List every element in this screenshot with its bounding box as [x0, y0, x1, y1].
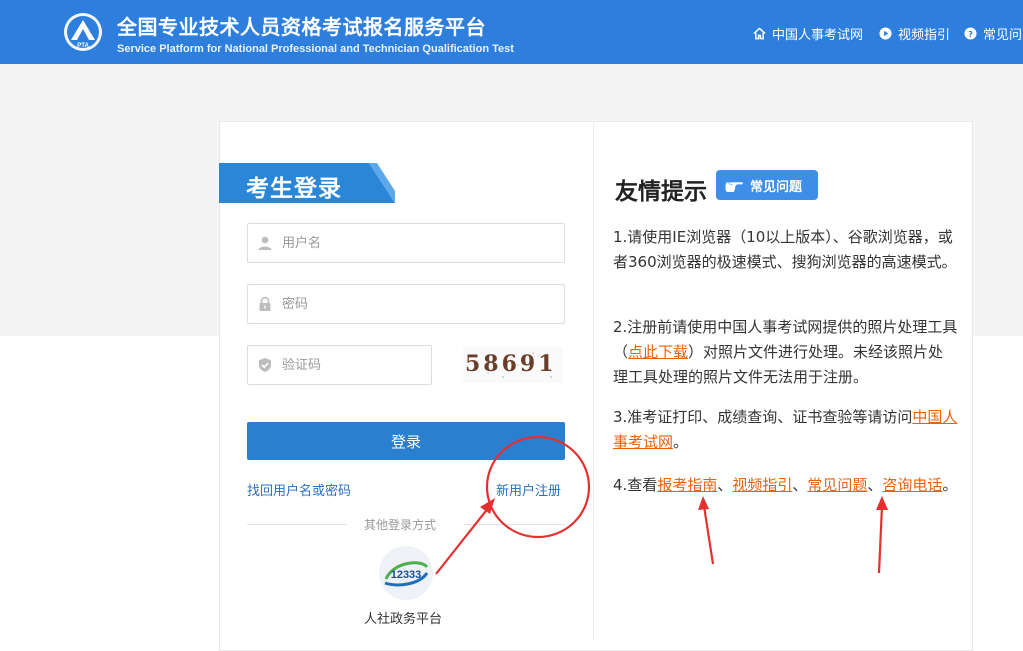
download-tool-link[interactable]: 点此下载 [628, 343, 688, 361]
username-field[interactable] [247, 223, 565, 263]
gov-app-label: 人社政务平台 [364, 612, 443, 627]
question-circle-icon: ? [964, 26, 977, 40]
app-icon-text: 12333 [391, 569, 422, 581]
top-header: PTA 全国专业技术人员资格考试报名服务平台 Service Platform … [0, 0, 1023, 64]
site-title: 全国专业技术人员资格考试报名服务平台 [117, 15, 486, 39]
password-field[interactable] [247, 284, 565, 324]
captcha-text: 58691 [465, 351, 557, 377]
home-icon [753, 26, 766, 39]
captcha-input[interactable] [280, 356, 424, 374]
login-button[interactable]: 登录 [247, 422, 565, 460]
tip-4-sep-2: 、 [792, 476, 808, 494]
other-login-line-left [247, 524, 347, 525]
user-icon [250, 235, 280, 251]
app-12333-icon: 12333 [384, 561, 429, 587]
nav-cpta-label: 中国人事考试网 [772, 27, 864, 43]
site-subtitle: Service Platform for National Profession… [117, 43, 514, 55]
other-login-line-right [464, 524, 565, 525]
tip-3-text-b: 。 [673, 433, 689, 451]
panel-divider [593, 121, 594, 641]
login-title: 考生登录 [246, 176, 342, 202]
tip-4: 4.查看报考指南、视频指引、常见问题、咨询电话。 [613, 473, 958, 498]
video-guide-link[interactable]: 视频指引 [732, 476, 792, 494]
tip-1: 1.请使用IE浏览器（10以上版本）、谷歌浏览器，或者360浏览器的极速模式、搜… [613, 228, 957, 271]
nav-faq-link[interactable]: ? 常见问 [964, 23, 1022, 43]
shield-check-icon [250, 357, 280, 373]
tip-3-text-a: 3.准考证打印、成绩查询、证书查验等请访问 [613, 408, 913, 426]
pta-logo-icon: PTA [64, 13, 102, 51]
tip-4-sep-1: 、 [717, 476, 733, 494]
captcha-image[interactable]: 58691 [463, 347, 563, 383]
tip-4-sep-3: 、 [867, 476, 883, 494]
hotline-link[interactable]: 咨询电话 [882, 476, 942, 494]
other-login-label: 其他登录方式 [362, 516, 439, 533]
nav-cpta-link[interactable]: 中国人事考试网 [753, 23, 863, 43]
tip-4-text-b: 。 [942, 476, 958, 494]
svg-text:PTA: PTA [77, 43, 89, 49]
guide-link[interactable]: 报考指南 [657, 476, 717, 494]
nav-video-label: 视频指引 [898, 27, 951, 43]
tip-3: 3.准考证打印、成绩查询、证书查验等请访问中国人事考试网。 [613, 405, 958, 455]
play-circle-icon [879, 26, 892, 40]
forgot-password-link[interactable]: 找回用户名或密码 [247, 480, 351, 499]
tip-4-text-a: 4.查看 [613, 476, 658, 494]
password-input[interactable] [280, 295, 544, 313]
gov-app-login-button[interactable]: 12333 [379, 546, 433, 600]
pointing-hand-icon [725, 182, 743, 192]
captcha-field[interactable] [247, 345, 432, 385]
tip-2: 2.注册前请使用中国人事考试网提供的照片处理工具（点此下载）对照片文件进行处理。… [613, 315, 958, 390]
faq-badge-label: 常见问题 [750, 179, 803, 195]
username-input[interactable] [280, 234, 544, 252]
nav-faq-label: 常见问 [983, 27, 1023, 43]
svg-text:?: ? [968, 28, 973, 38]
nav-video-link[interactable]: 视频指引 [879, 23, 950, 43]
register-link[interactable]: 新用户注册 [496, 480, 561, 499]
faq-badge-button[interactable]: 常见问题 [716, 170, 818, 200]
faq-link[interactable]: 常见问题 [807, 476, 867, 494]
tips-title: 友情提示 [615, 179, 707, 205]
lock-icon [250, 296, 280, 312]
